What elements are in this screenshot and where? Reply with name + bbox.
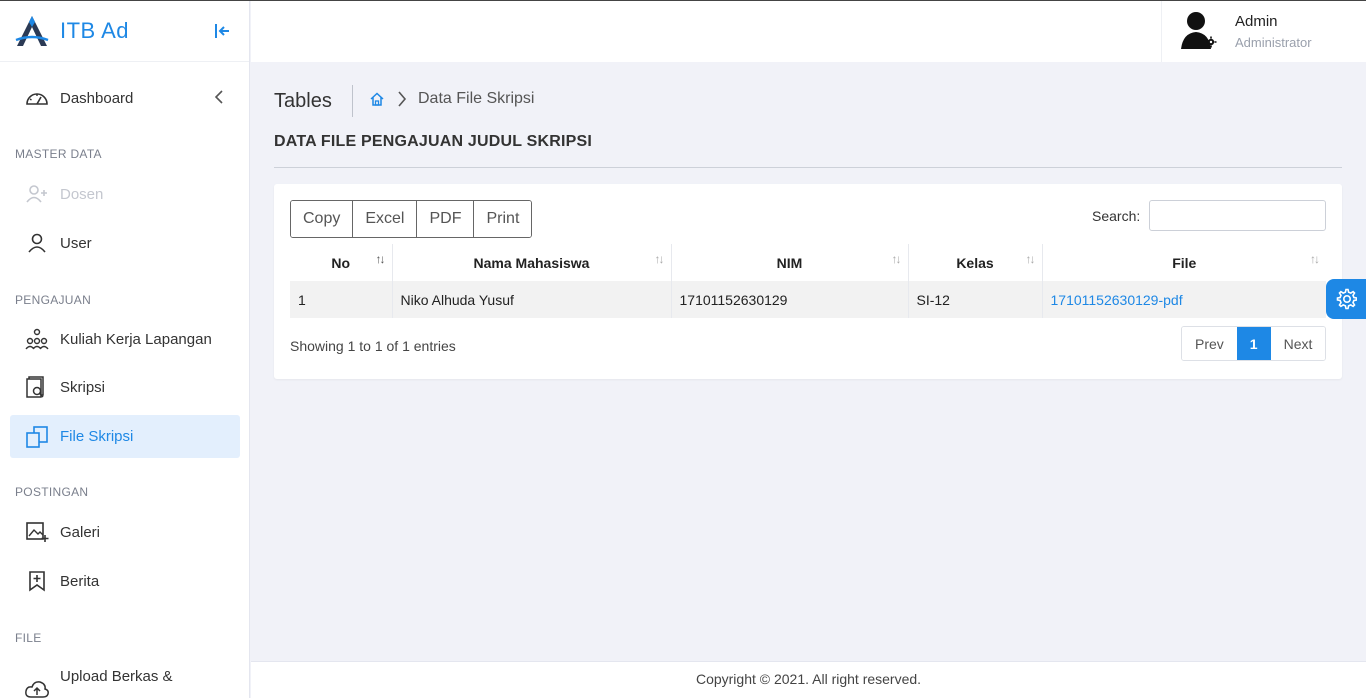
column-header-no[interactable]: No ↑↓	[290, 244, 393, 281]
sidebar-item-dosen[interactable]: Dosen	[10, 172, 240, 216]
pagination: Prev 1 Next	[1181, 326, 1327, 361]
cell-no: 1	[290, 281, 393, 318]
file-link[interactable]: 17101152630129-pdf	[1051, 292, 1183, 308]
column-header-file[interactable]: File ↑↓	[1042, 244, 1326, 281]
sidebar-item-berita[interactable]: Berita	[10, 559, 240, 603]
add-image-icon	[24, 519, 50, 545]
user-role: Administrator	[1235, 35, 1312, 50]
cloud-upload-icon	[24, 676, 50, 698]
sidebar-item-kkl[interactable]: Kuliah Kerja Lapangan	[10, 317, 240, 361]
sidebar-item-file-skripsi[interactable]: File Skripsi	[10, 415, 240, 458]
sidebar-item-galeri[interactable]: Galeri	[10, 510, 240, 554]
sort-icon: ↑↓	[891, 252, 902, 266]
section-label-file: FILE	[15, 631, 42, 645]
user-menu[interactable]: Admin Administrator	[1161, 1, 1366, 62]
data-table-card: Copy Excel PDF Print Search: No ↑↓ Nama M…	[274, 184, 1342, 379]
section-title: DATA FILE PENGAJUAN JUDUL SKRIPSI	[274, 133, 593, 150]
table-info: Showing 1 to 1 of 1 entries	[290, 338, 456, 354]
settings-button[interactable]	[1326, 279, 1366, 319]
sidebar-item-label: User	[60, 234, 92, 252]
search-input[interactable]	[1149, 200, 1326, 231]
sidebar-item-skripsi[interactable]: Skripsi	[10, 365, 240, 409]
section-label-master-data: MASTER DATA	[15, 147, 102, 161]
top-bar: Admin Administrator	[251, 1, 1366, 62]
sort-icon: ↑↓	[1025, 252, 1036, 266]
data-table: No ↑↓ Nama Mahasiswa ↑↓ NIM ↑↓ Kelas ↑↓ File…	[290, 244, 1326, 318]
sidebar-item-label: Skripsi	[60, 378, 106, 396]
brand-logo-icon	[15, 16, 49, 46]
chevron-left-icon	[214, 90, 223, 104]
section-label-pengajuan: PENGAJUAN	[15, 293, 92, 307]
document-search-icon	[24, 374, 50, 400]
table-header-row: No ↑↓ Nama Mahasiswa ↑↓ NIM ↑↓ Kelas ↑↓ File…	[290, 244, 1326, 281]
search-label: Search:	[1092, 208, 1141, 224]
column-header-nim[interactable]: NIM ↑↓	[671, 244, 909, 281]
excel-button[interactable]: Excel	[353, 201, 418, 237]
sidebar: ITB Ad Dashboard MASTER DATA Dosen User …	[0, 1, 250, 698]
sidebar-item-upload-berkas[interactable]: Upload Berkas &	[10, 666, 240, 698]
add-user-icon	[24, 181, 50, 207]
title-divider	[352, 85, 353, 117]
brand-name: ITB Ad	[60, 18, 130, 43]
sort-icon: ↑↓	[654, 252, 665, 266]
sidebar-item-user[interactable]: User	[10, 221, 240, 265]
file-copy-icon	[24, 424, 50, 450]
export-button-group: Copy Excel PDF Print	[290, 200, 533, 238]
copyright-text: Copyright © 2021. All right reserved.	[695, 671, 922, 687]
sidebar-item-label: File Skripsi	[60, 428, 134, 445]
next-page-button[interactable]: Next	[1270, 327, 1326, 360]
section-label-postingan: POSTINGAN	[15, 485, 89, 499]
gear-icon	[1336, 288, 1357, 310]
sort-icon: ↑↓	[375, 252, 386, 266]
print-button[interactable]: Print	[474, 201, 532, 237]
column-header-nama[interactable]: Nama Mahasiswa ↑↓	[392, 244, 672, 281]
cell-nim: 17101152630129	[671, 281, 909, 318]
prev-page-button[interactable]: Prev	[1182, 327, 1237, 360]
user-icon	[24, 230, 50, 256]
page-1-button[interactable]: 1	[1236, 327, 1271, 360]
page-title: Tables	[274, 90, 332, 112]
cell-file: 17101152630129-pdf	[1042, 281, 1326, 318]
avatar-icon	[1181, 12, 1217, 49]
cell-nama: Niko Alhuda Yusuf	[392, 281, 672, 318]
column-header-kelas[interactable]: Kelas ↑↓	[908, 244, 1043, 281]
pdf-button[interactable]: PDF	[417, 201, 475, 237]
sidebar-item-label: Dosen	[60, 185, 104, 203]
chevron-right-icon	[398, 91, 407, 107]
copy-button[interactable]: Copy	[291, 201, 354, 237]
sort-icon: ↑↓	[1310, 252, 1320, 266]
team-icon	[24, 326, 50, 352]
bookmark-add-icon	[24, 568, 50, 594]
sidebar-item-label: Kuliah Kerja Lapangan	[60, 330, 212, 348]
footer: Copyright © 2021. All right reserved.	[251, 661, 1366, 698]
sidebar-item-label: Upload Berkas &	[60, 668, 173, 685]
user-name: Admin	[1235, 13, 1278, 30]
breadcrumb-current: Data File Skripsi	[418, 90, 535, 107]
table-row: 1 Niko Alhuda Yusuf 17101152630129 SI-12…	[290, 281, 1326, 318]
sidebar-item-label: Berita	[60, 572, 100, 590]
sidebar-item-dashboard[interactable]: Dashboard	[10, 76, 240, 120]
home-icon[interactable]	[369, 91, 385, 107]
collapse-sidebar-icon[interactable]	[212, 20, 234, 42]
divider	[274, 167, 1342, 168]
dashboard-gauge-icon	[24, 85, 50, 111]
brand: ITB Ad	[0, 1, 249, 62]
sidebar-item-label: Galeri	[60, 523, 101, 541]
sidebar-item-label: Dashboard	[60, 89, 134, 107]
cell-kelas: SI-12	[908, 281, 1043, 318]
